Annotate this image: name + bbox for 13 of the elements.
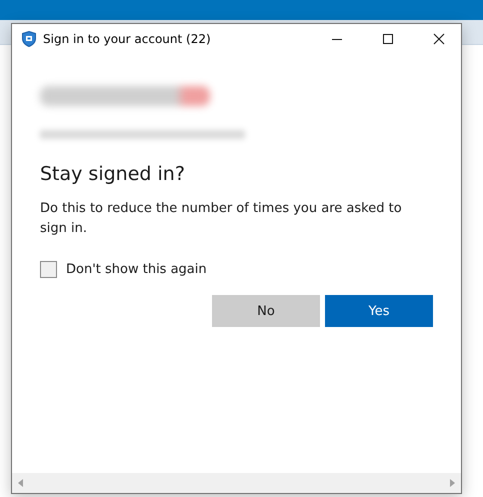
checkbox-label: Don't show this again [66,262,207,277]
description-text: Do this to reduce the number of times you are asked to sign in. [40,200,403,238]
yes-button[interactable]: Yes [325,295,433,327]
close-icon[interactable] [433,33,445,45]
shield-icon [22,31,36,47]
checkbox[interactable] [40,261,57,278]
horizontal-scrollbar[interactable] [12,473,461,493]
window-title: Sign in to your account (22) [43,32,211,46]
no-button[interactable]: No [212,295,320,327]
scroll-left-icon[interactable] [18,479,23,487]
dialog-heading: Stay signed in? [40,163,186,185]
scroll-right-icon[interactable] [450,479,455,487]
maximize-icon[interactable] [382,33,394,45]
